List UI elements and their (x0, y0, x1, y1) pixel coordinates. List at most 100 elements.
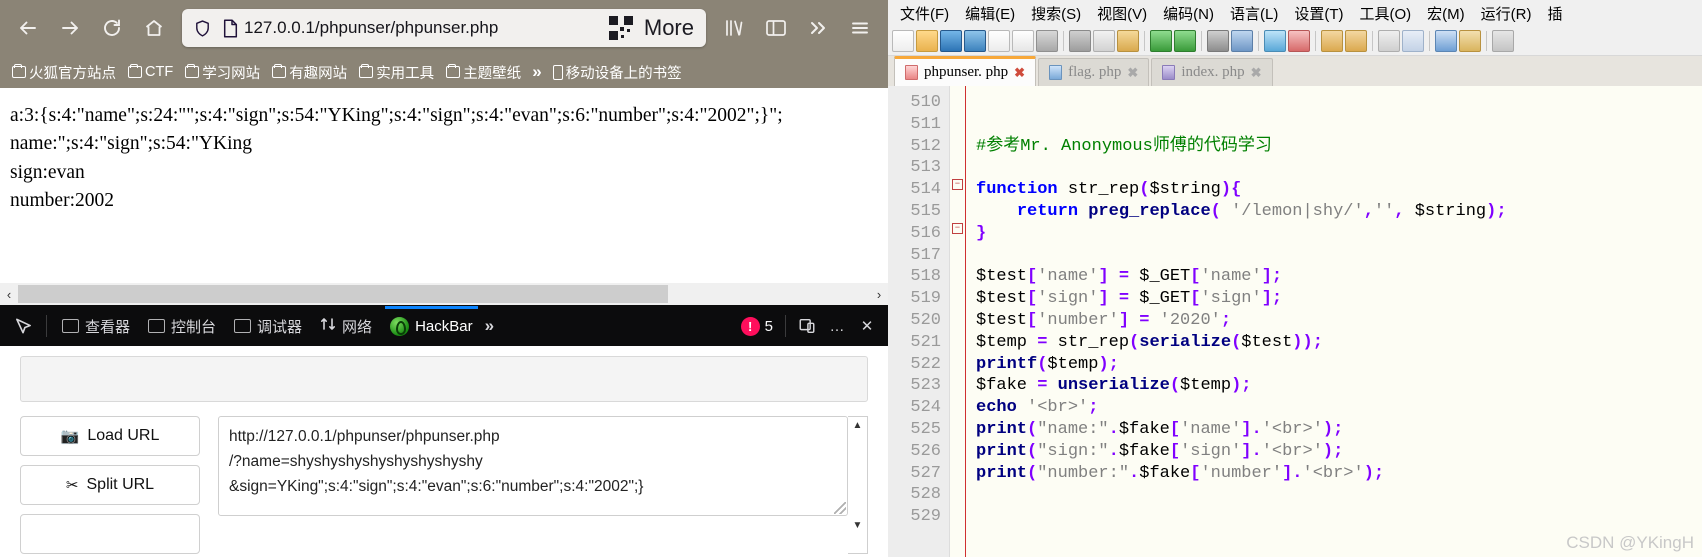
url-text[interactable]: 127.0.0.1/phpunser/phpunser.php (244, 18, 604, 38)
scroll-up-icon[interactable]: ▲ (848, 420, 867, 431)
udl-dialog-icon[interactable] (1459, 29, 1481, 52)
new-file-icon[interactable] (892, 29, 914, 52)
forward-button[interactable] (50, 8, 90, 48)
close-icon[interactable]: ✖ (1127, 65, 1138, 81)
browser-chrome: 127.0.0.1/phpunser/phpunser.php More 火狐官… (0, 0, 888, 88)
bookmark-label: 火狐官方站点 (29, 65, 116, 82)
fold-margin[interactable]: − − (950, 86, 966, 557)
close-file-icon[interactable] (988, 29, 1010, 52)
tab-inspector[interactable]: 查看器 (53, 306, 139, 346)
url-bar[interactable]: 127.0.0.1/phpunser/phpunser.php More (182, 9, 706, 47)
library-icon[interactable] (714, 8, 754, 48)
shield-icon[interactable] (188, 14, 216, 42)
tab-console[interactable]: 控制台 (139, 306, 225, 346)
menu-run[interactable]: 运行(R) (1473, 3, 1540, 24)
line-number: 524 (910, 398, 941, 418)
bookmark-item[interactable]: 有趣网站 (268, 60, 351, 85)
hackbar-toolbar-strip[interactable] (20, 356, 868, 402)
menu-plugins[interactable]: 插 (1539, 3, 1570, 24)
reload-button[interactable] (92, 8, 132, 48)
responsive-design-icon[interactable] (792, 317, 822, 335)
page-horizontal-scrollbar[interactable]: ‹ › (0, 283, 888, 305)
tab-network[interactable]: 网络 (311, 306, 381, 346)
scroll-left-icon[interactable]: ‹ (0, 287, 18, 302)
notepadpp-toolbar (888, 26, 1702, 56)
scrollbar-track[interactable] (18, 283, 870, 305)
fold-toggle-icon[interactable]: − (952, 223, 963, 234)
tab-hackbar[interactable]: HackBar (381, 306, 482, 346)
open-file-icon[interactable] (916, 29, 938, 52)
bookmark-label: 移动设备上的书签 (565, 65, 682, 82)
page-info-icon[interactable] (216, 14, 244, 42)
bookmark-item-mobile[interactable]: 移动设备上的书签 (549, 60, 686, 85)
menu-encoding[interactable]: 编码(N) (1155, 3, 1222, 24)
indent-guide-icon[interactable] (1435, 29, 1457, 52)
cut-icon[interactable] (1069, 29, 1091, 52)
number-output-line: number:2002 (10, 189, 114, 211)
tab-flag-php[interactable]: flag. php ✖ (1038, 58, 1150, 86)
find-icon[interactable] (1207, 29, 1229, 52)
close-icon[interactable]: ✕ (852, 317, 882, 335)
show-symbol-icon[interactable] (1402, 29, 1424, 52)
word-wrap-icon[interactable] (1378, 29, 1400, 52)
paste-icon[interactable] (1117, 29, 1139, 52)
redo-icon[interactable] (1174, 29, 1196, 52)
load-url-button[interactable]: 📷 Load URL (20, 416, 200, 456)
menu-view[interactable]: 视图(V) (1089, 3, 1155, 24)
bookmarks-overflow-icon[interactable]: » (529, 62, 544, 82)
replace-icon[interactable] (1231, 29, 1253, 52)
tab-index-php[interactable]: index. php ✖ (1151, 58, 1273, 86)
sidebar-icon[interactable] (756, 8, 796, 48)
save-all-icon[interactable] (964, 29, 986, 52)
element-picker-icon[interactable] (6, 317, 40, 336)
menu-edit[interactable]: 编辑(E) (957, 3, 1023, 24)
scroll-right-icon[interactable]: › (870, 287, 888, 302)
code-text[interactable]: #参考Mr. Anonymous师傅的代码学习 function str_rep… (966, 86, 1702, 557)
page-actions-icon[interactable]: More (638, 17, 700, 39)
copy-icon[interactable] (1093, 29, 1115, 52)
sync-scroll-v-icon[interactable] (1321, 29, 1343, 52)
bookmark-item[interactable]: 实用工具 (355, 60, 438, 85)
menu-language[interactable]: 语言(L) (1222, 3, 1286, 24)
close-icon[interactable]: ✖ (1014, 65, 1025, 81)
zoom-out-icon[interactable] (1288, 29, 1310, 52)
close-icon[interactable]: ✖ (1251, 65, 1262, 81)
doc-map-icon[interactable] (1492, 29, 1514, 52)
close-all-icon[interactable] (1012, 29, 1034, 52)
undo-icon[interactable] (1150, 29, 1172, 52)
app-menu-button[interactable] (840, 8, 880, 48)
tab-phpunser-php[interactable]: phpunser. php ✖ (894, 56, 1037, 86)
bookmark-item[interactable]: 主题壁纸 (442, 60, 525, 85)
split-url-button[interactable]: ✂ Split URL (20, 465, 200, 505)
back-button[interactable] (8, 8, 48, 48)
textarea-scrollbar[interactable]: ▲ ▼ (848, 416, 868, 554)
line-number: 520 (910, 310, 941, 330)
home-button[interactable] (134, 8, 174, 48)
url-textarea[interactable]: http://127.0.0.1/phpunser/phpunser.php /?… (218, 416, 848, 516)
code-line: $fake = unserialize($temp); (976, 376, 1252, 396)
execute-button[interactable] (20, 514, 200, 554)
resize-grip-icon[interactable] (834, 502, 846, 514)
chevron-double-right-icon[interactable] (798, 8, 838, 48)
menu-settings[interactable]: 设置(T) (1286, 3, 1351, 24)
menu-macro[interactable]: 宏(M) (1419, 3, 1473, 24)
devtools-meatball-icon[interactable]: … (822, 318, 852, 335)
menu-search[interactable]: 搜索(S) (1023, 3, 1089, 24)
menu-file[interactable]: 文件(F) (892, 3, 957, 24)
bookmark-item[interactable]: 学习网站 (181, 60, 264, 85)
bookmark-item[interactable]: CTF (124, 62, 177, 82)
save-icon[interactable] (940, 29, 962, 52)
scrollbar-thumb[interactable] (18, 285, 668, 303)
tab-debugger[interactable]: 调试器 (225, 306, 311, 346)
menu-tools[interactable]: 工具(O) (1351, 3, 1419, 24)
qr-code-icon[interactable] (608, 16, 633, 40)
bookmark-item[interactable]: 火狐官方站点 (8, 60, 120, 85)
devtools-overflow-icon[interactable]: » (482, 316, 497, 336)
sync-scroll-h-icon[interactable] (1345, 29, 1367, 52)
error-count-badge[interactable]: ! 5 (740, 316, 773, 336)
fold-toggle-icon[interactable]: − (952, 179, 963, 190)
print-icon[interactable] (1036, 29, 1058, 52)
zoom-in-icon[interactable] (1264, 29, 1286, 52)
code-editor[interactable]: 510 511 512 513 514 515 516 517 518 519 … (888, 86, 1702, 557)
scroll-down-icon[interactable]: ▼ (848, 520, 867, 531)
